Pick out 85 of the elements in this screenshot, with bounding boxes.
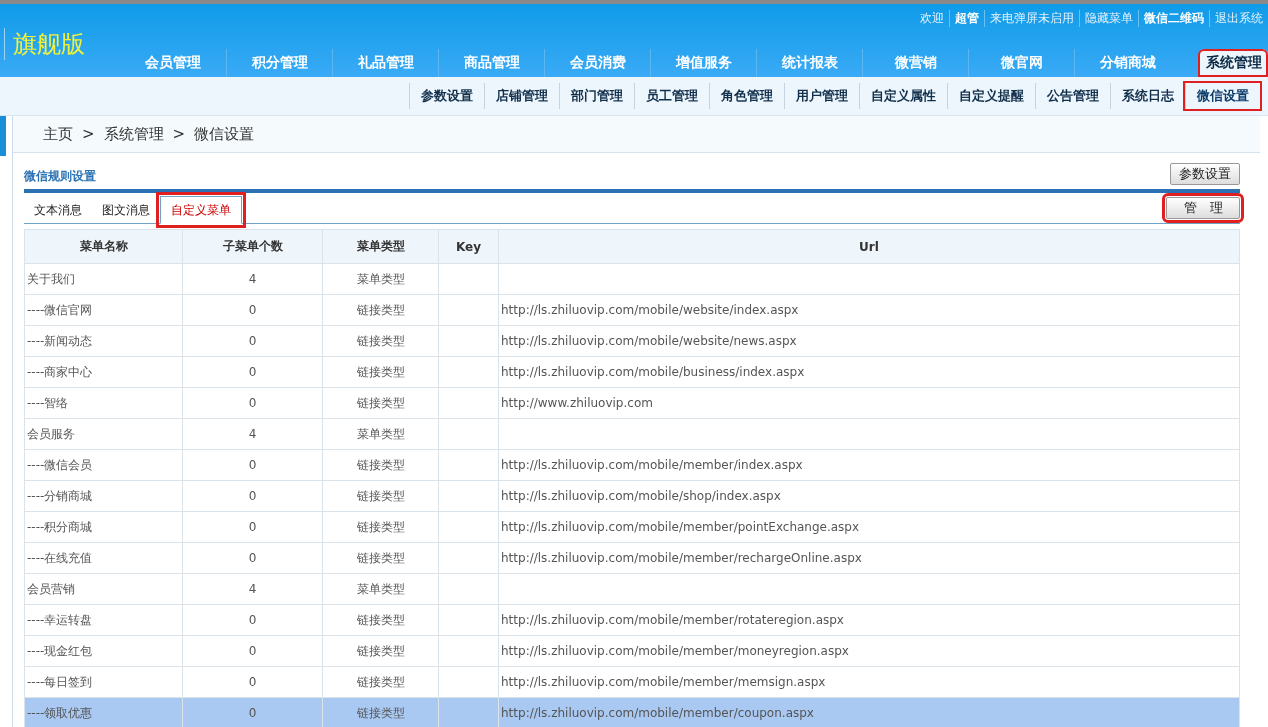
table-cell: http://ls.zhiluovip.com/mobile/member/pointExchange.aspx	[498, 511, 1240, 543]
table-cell: 链接类型	[322, 635, 439, 667]
user-label: 超管	[949, 10, 984, 27]
tab[interactable]: 图文消息	[92, 197, 160, 223]
table-cell: http://ls.zhiluovip.com/mobile/website/news.aspx	[498, 325, 1240, 357]
table-cell: 0	[182, 542, 323, 574]
table-cell: ----智络	[24, 387, 183, 419]
subnav-item[interactable]: 公告管理	[1035, 83, 1110, 109]
table-cell: ----分销商城	[24, 480, 183, 512]
table-cell: http://ls.zhiluovip.com/mobile/member/memsign.aspx	[498, 666, 1240, 698]
column-header: Key	[438, 229, 499, 264]
subnav-item[interactable]: 微信设置	[1185, 83, 1260, 109]
breadcrumb-link[interactable]: 微信设置	[194, 124, 255, 144]
table-cell: 链接类型	[322, 387, 439, 419]
column-header: 菜单类型	[322, 229, 439, 264]
table-cell: http://ls.zhiluovip.com/mobile/member/moneyregion.aspx	[498, 635, 1240, 667]
table-cell: ----领取优惠	[24, 697, 183, 727]
breadcrumb-link[interactable]: 主页	[43, 124, 73, 144]
table-cell: 会员营销	[24, 573, 183, 605]
breadcrumb-link[interactable]: 系统管理	[103, 124, 164, 144]
table-cell: 0	[182, 356, 323, 388]
table-cell: ----微信官网	[24, 294, 183, 326]
subnav-item[interactable]: 自定义属性	[859, 83, 947, 109]
table-cell: 菜单类型	[322, 418, 439, 450]
table-cell: 链接类型	[322, 325, 439, 357]
subnav-item[interactable]: 系统日志	[1110, 83, 1185, 109]
table-cell: http://ls.zhiluovip.com/mobile/shop/index.aspx	[498, 480, 1240, 512]
table-cell: 菜单类型	[322, 573, 439, 605]
table-cell: 4	[182, 418, 323, 450]
nav-tab[interactable]: 系统管理	[1198, 49, 1268, 77]
table-cell: 链接类型	[322, 449, 439, 481]
table-cell: 链接类型	[322, 604, 439, 636]
table-cell: ----商家中心	[24, 356, 183, 388]
table-cell: ----幸运转盘	[24, 604, 183, 636]
table-cell: 链接类型	[322, 356, 439, 388]
table-cell: http://www.zhiluovip.com	[498, 387, 1240, 419]
table-cell: 0	[182, 325, 323, 357]
table-cell: 0	[182, 294, 323, 326]
table-cell: http://ls.zhiluovip.com/mobile/member/coupon.aspx	[498, 697, 1240, 727]
subnav-item[interactable]: 店铺管理	[484, 83, 559, 109]
tab[interactable]: 文本消息	[24, 197, 92, 223]
section-title: 微信规则设置	[24, 168, 96, 185]
table-cell: ----每日签到	[24, 666, 183, 698]
table-cell: 链接类型	[322, 480, 439, 512]
edition-label: 旗舰版	[4, 28, 85, 60]
table-cell: 0	[182, 449, 323, 481]
table-cell: 链接类型	[322, 542, 439, 574]
table-cell: 0	[182, 697, 323, 727]
subnav-item[interactable]: 自定义提醒	[947, 83, 1035, 109]
table-cell: 链接类型	[322, 511, 439, 543]
breadcrumb-separator: >	[82, 125, 95, 143]
table-cell: ----微信会员	[24, 449, 183, 481]
table-cell: ----积分商城	[24, 511, 183, 543]
table-cell: 会员服务	[24, 418, 183, 450]
table-cell: 关于我们	[24, 263, 183, 295]
column-header: 菜单名称	[24, 229, 183, 264]
table-cell: 0	[182, 666, 323, 698]
table-cell: 链接类型	[322, 294, 439, 326]
table-cell: http://ls.zhiluovip.com/mobile/website/index.aspx	[498, 294, 1240, 326]
subnav-item[interactable]: 用户管理	[784, 83, 859, 109]
table-cell: ----新闻动态	[24, 325, 183, 357]
subnav-item[interactable]: 参数设置	[409, 83, 484, 109]
table-cell: 链接类型	[322, 666, 439, 698]
table-cell: 菜单类型	[322, 263, 439, 295]
table-cell: 0	[182, 387, 323, 419]
table-cell: 0	[182, 635, 323, 667]
table-cell: http://ls.zhiluovip.com/mobile/member/rechargeOnline.aspx	[498, 542, 1240, 574]
settings-button[interactable]: 参数设置	[1170, 163, 1240, 185]
table-cell: 4	[182, 573, 323, 605]
table-cell: http://ls.zhiluovip.com/mobile/business/index.aspx	[498, 356, 1240, 388]
subnav-item[interactable]: 部门管理	[559, 83, 634, 109]
column-header: 子菜单个数	[182, 229, 323, 264]
subnav-item[interactable]: 角色管理	[709, 83, 784, 109]
table-cell: ----在线充值	[24, 542, 183, 574]
table-cell: http://ls.zhiluovip.com/mobile/member/rotateregion.aspx	[498, 604, 1240, 636]
table-cell: 0	[182, 480, 323, 512]
table-cell: http://ls.zhiluovip.com/mobile/member/index.aspx	[498, 449, 1240, 481]
breadcrumb-separator: >	[172, 125, 186, 143]
table-cell: 链接类型	[322, 697, 439, 727]
table-cell: ----现金红包	[24, 635, 183, 667]
subnav-item[interactable]: 员工管理	[634, 83, 709, 109]
table-cell: 0	[182, 511, 323, 543]
column-header: Url	[498, 229, 1240, 264]
table-cell: 4	[182, 263, 323, 295]
table-cell: 0	[182, 604, 323, 636]
